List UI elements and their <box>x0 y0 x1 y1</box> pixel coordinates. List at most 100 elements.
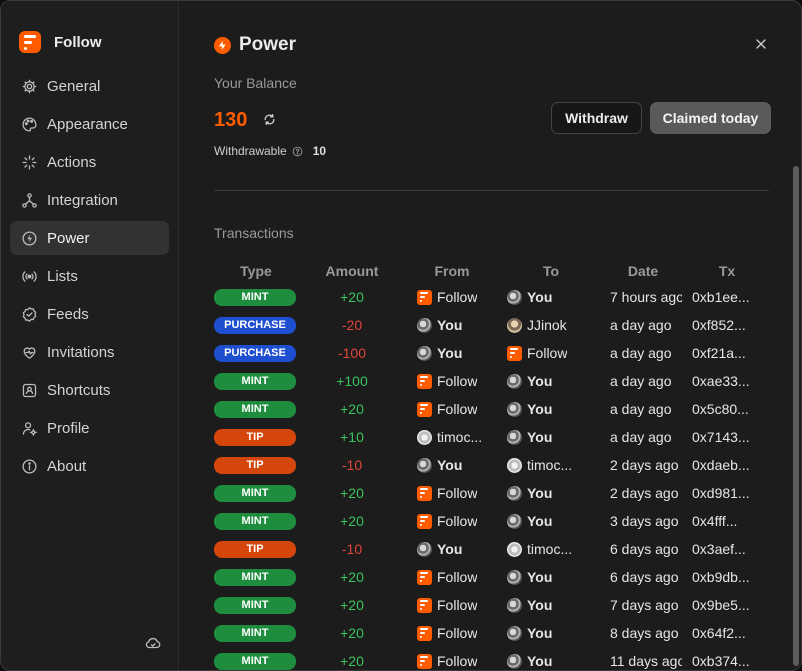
cell-tx-hash[interactable]: 0xae33... <box>682 367 772 395</box>
cell-tx-hash[interactable]: 0x9be5... <box>682 591 772 619</box>
cell-tx-hash[interactable]: 0x3aef... <box>682 535 772 563</box>
from-party[interactable]: timoc... <box>406 429 498 445</box>
to-party[interactable]: JJinok <box>498 317 604 333</box>
sidebar: Follow General Appearance Actions Integrati… <box>1 1 179 670</box>
from-party[interactable]: Follow <box>406 401 498 417</box>
sidebar-item-feeds[interactable]: Feeds <box>10 297 169 331</box>
transactions-table: Type Amount From To Date Tx MINT +20 Follo… <box>214 259 772 670</box>
sidebar-item-label: About <box>47 457 87 475</box>
sidebar-item-label: Lists <box>47 267 78 285</box>
from-party[interactable]: Follow <box>406 597 498 613</box>
from-party[interactable]: Follow <box>406 485 498 501</box>
refresh-icon[interactable] <box>263 113 276 126</box>
table-row: PURCHASE -100 You Follow a day ago 0xf21a... <box>214 339 772 367</box>
sidebar-item-lists[interactable]: Lists <box>10 259 169 293</box>
to-party[interactable]: You <box>498 569 604 585</box>
cloud-icon[interactable] <box>144 634 162 652</box>
close-icon[interactable] <box>751 34 771 54</box>
sidebar-item-integration[interactable]: Integration <box>10 183 169 217</box>
avatar <box>417 345 432 361</box>
to-party[interactable]: You <box>498 401 604 417</box>
scrollbar[interactable] <box>793 166 799 666</box>
cell-tx-hash[interactable]: 0xd981... <box>682 479 772 507</box>
cell-tx-hash[interactable]: 0xb9db... <box>682 563 772 591</box>
sidebar-nav: General Appearance Actions Integration Power… <box>1 69 178 483</box>
from-name: Follow <box>437 373 478 389</box>
from-party[interactable]: Follow <box>406 373 498 389</box>
to-party[interactable]: You <box>498 597 604 613</box>
sidebar-item-actions[interactable]: Actions <box>10 145 169 179</box>
to-party[interactable]: You <box>498 429 604 445</box>
to-party[interactable]: timoc... <box>498 457 604 473</box>
sidebar-item-profile[interactable]: Profile <box>10 411 169 445</box>
integration-icon <box>20 191 38 209</box>
balance-value: 130 <box>214 109 248 131</box>
cell-from: Follow <box>406 283 498 311</box>
type-badge: TIP <box>214 456 296 474</box>
cell-tx-hash[interactable]: 0xb374... <box>682 647 772 670</box>
from-name: Follow <box>437 289 478 305</box>
cell-from: Follow <box>406 563 498 591</box>
cell-tx-hash[interactable]: 0xf21a... <box>682 339 772 367</box>
cell-from: Follow <box>406 395 498 423</box>
to-name: You <box>527 401 553 417</box>
cell-to: You <box>498 479 604 507</box>
cell-date: 2 days ago <box>610 485 679 501</box>
from-party[interactable]: Follow <box>406 569 498 585</box>
cell-tx-hash[interactable]: 0x64f2... <box>682 619 772 647</box>
cell-tx-hash[interactable]: 0x4fff... <box>682 507 772 535</box>
cell-to: You <box>498 423 604 451</box>
to-party[interactable]: You <box>498 513 604 529</box>
cell-from: You <box>406 535 498 563</box>
cell-tx-hash[interactable]: 0xdaeb... <box>682 451 772 479</box>
to-party[interactable]: You <box>498 289 604 305</box>
to-name: timoc... <box>527 541 573 557</box>
heart-icon <box>20 343 38 361</box>
table-row: MINT +20 Follow You a day ago 0x5c80... <box>214 395 772 423</box>
sidebar-item-shortcuts[interactable]: Shortcuts <box>10 373 169 407</box>
from-party[interactable]: Follow <box>406 625 498 641</box>
user-gear-icon <box>20 419 38 437</box>
cell-amount: +10 <box>340 429 364 445</box>
help-icon[interactable] <box>292 146 303 157</box>
to-name: timoc... <box>527 457 573 473</box>
cell-tx-hash[interactable]: 0x7143... <box>682 423 772 451</box>
cell-type: MINT <box>214 591 298 619</box>
sidebar-item-power[interactable]: Power <box>10 221 169 255</box>
to-party[interactable]: Follow <box>498 345 604 361</box>
from-party[interactable]: Follow <box>406 653 498 669</box>
cell-from: Follow <box>406 647 498 670</box>
to-party[interactable]: You <box>498 625 604 641</box>
info-icon <box>20 457 38 475</box>
to-party[interactable]: You <box>498 653 604 669</box>
claimed-today-button[interactable]: Claimed today <box>650 102 771 134</box>
from-party[interactable]: Follow <box>406 289 498 305</box>
avatar <box>417 541 432 557</box>
from-party[interactable]: You <box>406 317 498 333</box>
withdraw-button[interactable]: Withdraw <box>551 102 642 134</box>
type-badge: MINT <box>214 624 296 642</box>
to-party[interactable]: You <box>498 485 604 501</box>
sidebar-item-appearance[interactable]: Appearance <box>10 107 169 141</box>
badge-check-icon <box>20 305 38 323</box>
withdrawable-row: Withdrawable 10 <box>214 144 326 158</box>
sidebar-item-label: General <box>47 77 101 95</box>
cell-type: MINT <box>214 395 298 423</box>
to-party[interactable]: timoc... <box>498 541 604 557</box>
cell-type: MINT <box>214 479 298 507</box>
sidebar-item-about[interactable]: About <box>10 449 169 483</box>
from-party[interactable]: Follow <box>406 513 498 529</box>
from-name: Follow <box>437 569 478 585</box>
cell-tx-hash[interactable]: 0xb1ee... <box>682 283 772 311</box>
cell-type: MINT <box>214 647 298 670</box>
cell-amount: +20 <box>340 289 364 305</box>
sidebar-item-general[interactable]: General <box>10 69 169 103</box>
to-party[interactable]: You <box>498 373 604 389</box>
cell-tx-hash[interactable]: 0x5c80... <box>682 395 772 423</box>
from-party[interactable]: You <box>406 457 498 473</box>
from-party[interactable]: You <box>406 345 498 361</box>
cell-tx-hash[interactable]: 0xf852... <box>682 311 772 339</box>
avatar <box>507 485 522 501</box>
sidebar-item-invitations[interactable]: Invitations <box>10 335 169 369</box>
from-party[interactable]: You <box>406 541 498 557</box>
